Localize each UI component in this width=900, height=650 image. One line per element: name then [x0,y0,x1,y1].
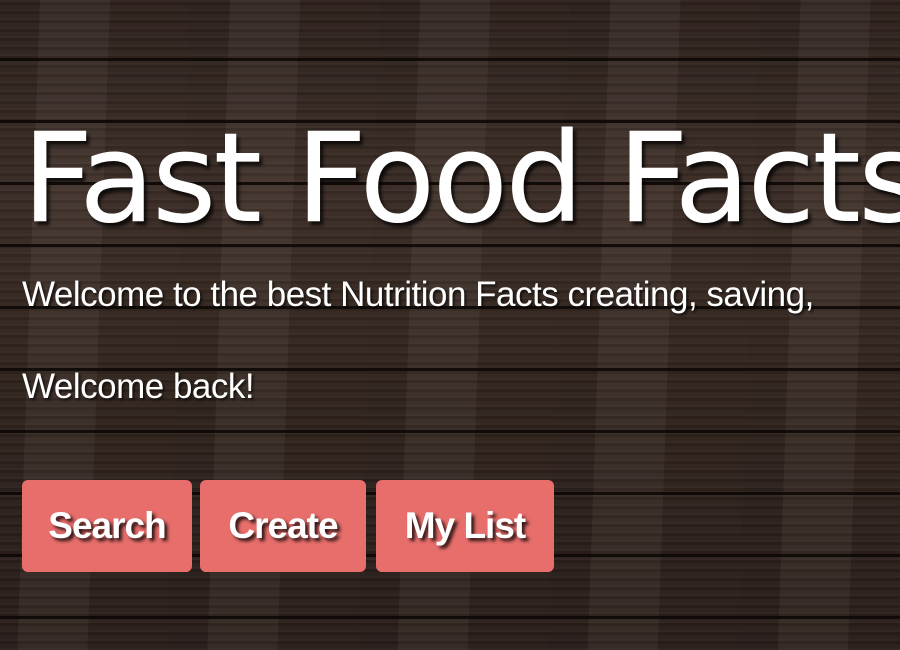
search-button[interactable]: Search [22,480,192,572]
page-title: Fast Food Facts [22,107,900,251]
welcome-message: Welcome back! [22,367,255,406]
hero-section: Fast Food Facts Welcome to the best Nutr… [22,0,900,650]
my-list-button[interactable]: My List [376,480,554,572]
create-button[interactable]: Create [200,480,366,572]
tagline-text: Welcome to the best Nutrition Facts crea… [22,275,814,314]
